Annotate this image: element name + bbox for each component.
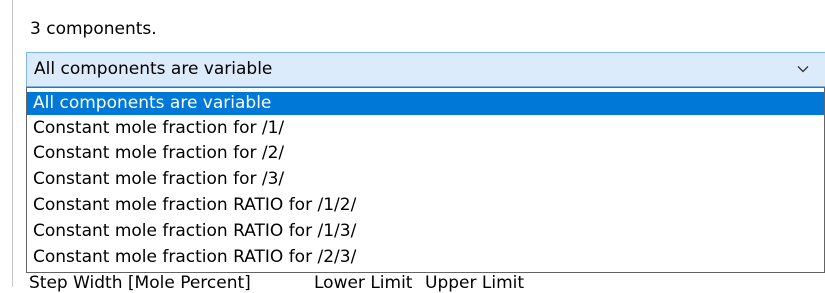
- option-ratio-1-2[interactable]: Constant mole fraction RATIO for /1/2/: [27, 194, 824, 217]
- mode-combobox[interactable]: All components are variable: [26, 52, 825, 87]
- option-ratio-2-3[interactable]: Constant mole fraction RATIO for /2/3/: [27, 246, 824, 269]
- step-width-label: Step Width [Mole Percent]: [29, 273, 251, 293]
- panel-left-border: [12, 0, 13, 287]
- chevron-down-icon[interactable]: [796, 62, 810, 76]
- lower-limit-label: Lower Limit: [314, 273, 413, 293]
- combobox-selected-value: All components are variable: [34, 59, 273, 79]
- upper-limit-label: Upper Limit: [425, 273, 525, 293]
- option-ratio-1-3[interactable]: Constant mole fraction RATIO for /1/3/: [27, 220, 824, 243]
- option-constant-3[interactable]: Constant mole fraction for /3/: [27, 168, 824, 191]
- option-constant-1[interactable]: Constant mole fraction for /1/: [27, 117, 824, 140]
- option-constant-2[interactable]: Constant mole fraction for /2/: [27, 142, 824, 165]
- option-all-variable[interactable]: All components are variable: [27, 92, 824, 115]
- component-count-label: 3 components.: [30, 19, 157, 39]
- dropdown-list[interactable]: All components are variable Constant mol…: [26, 87, 825, 273]
